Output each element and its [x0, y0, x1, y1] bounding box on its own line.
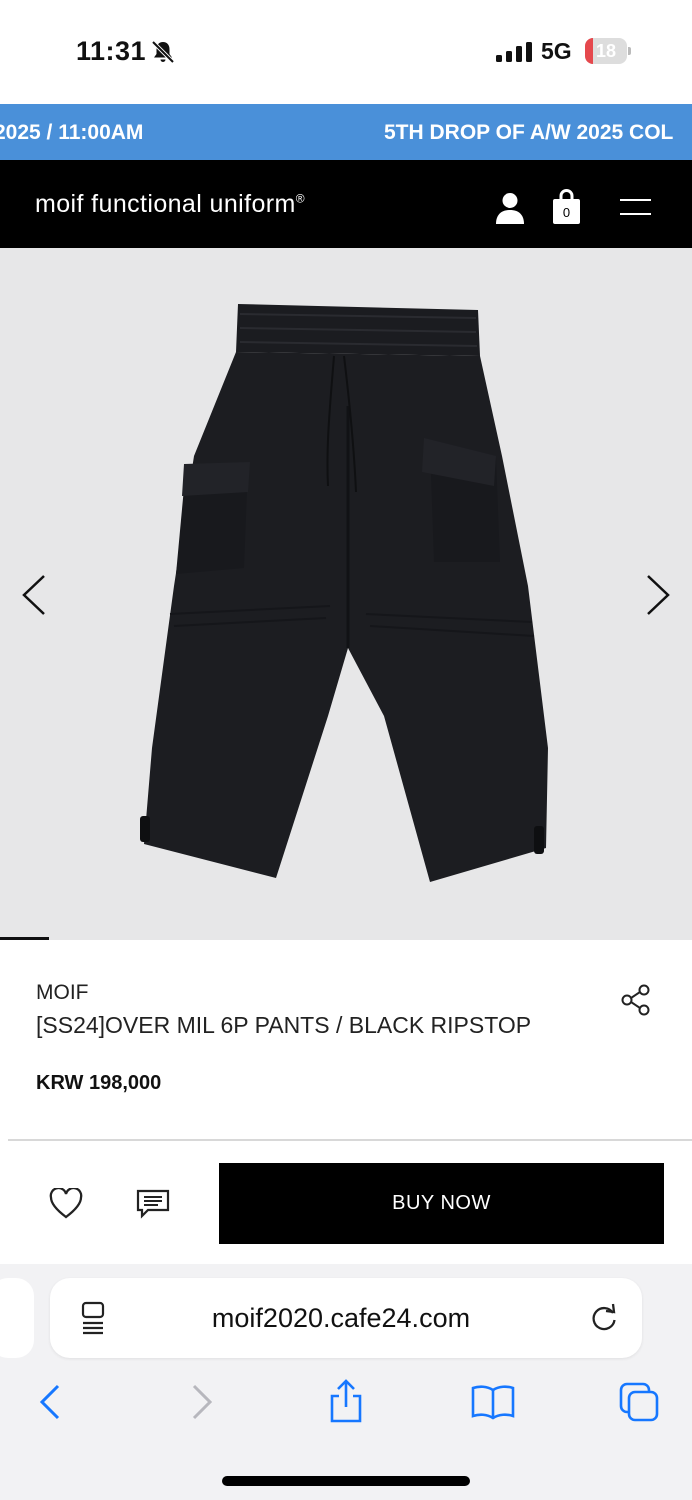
- status-bar: 11:31 5G 18: [0, 0, 692, 104]
- bell-slash-icon: [151, 40, 175, 64]
- site-header: moif functional uniform®: [0, 160, 692, 248]
- url-text[interactable]: moif2020.cafe24.com: [110, 1278, 572, 1358]
- back-icon[interactable]: [36, 1382, 66, 1422]
- reader-icon[interactable]: [80, 1300, 108, 1336]
- review-icon[interactable]: [136, 1189, 170, 1219]
- marquee-text-left: 2025 / 11:00AM: [0, 121, 144, 144]
- site-logo[interactable]: moif functional uniform®: [35, 190, 305, 219]
- status-time: 11:31: [76, 36, 147, 66]
- product-brand: MOIF: [36, 981, 89, 1004]
- product-price: KRW 198,000: [36, 1072, 162, 1094]
- previous-tab-preview[interactable]: [0, 1278, 34, 1358]
- heart-icon[interactable]: [49, 1188, 83, 1220]
- black-cargo-pants-image: [140, 304, 548, 882]
- battery-level: 18: [595, 41, 617, 61]
- chevron-right-icon[interactable]: [642, 572, 674, 618]
- divider: [8, 1139, 692, 1141]
- product-name: [SS24]OVER MIL 6P PANTS / BLACK RIPSTOP: [36, 1012, 532, 1038]
- share-sheet-icon[interactable]: [327, 1378, 365, 1424]
- signal-icon: [496, 42, 532, 62]
- tabs-icon[interactable]: [618, 1381, 660, 1423]
- buy-now-button[interactable]: BUY NOW: [219, 1163, 664, 1244]
- registered-mark: ®: [295, 191, 305, 206]
- chevron-left-icon[interactable]: [18, 572, 50, 618]
- battery-icon: 18: [585, 38, 631, 64]
- cart-count: 0: [562, 205, 571, 220]
- user-icon[interactable]: [496, 192, 524, 224]
- network-label: 5G: [541, 38, 572, 64]
- bookmarks-icon[interactable]: [470, 1384, 516, 1420]
- marquee-text-right: 5TH DROP OF A/W 2025 COL: [384, 121, 674, 144]
- slide-indicator: [0, 937, 49, 940]
- home-indicator: [222, 1476, 470, 1486]
- share-icon[interactable]: [621, 984, 651, 1016]
- logo-text: moif functional uniform: [35, 190, 296, 218]
- announcement-marquee[interactable]: 2025 / 11:00AM 5TH DROP OF A/W 2025 COL: [0, 104, 692, 160]
- menu-icon[interactable]: [620, 197, 651, 217]
- reload-icon[interactable]: [589, 1303, 619, 1333]
- forward-icon[interactable]: [186, 1382, 216, 1422]
